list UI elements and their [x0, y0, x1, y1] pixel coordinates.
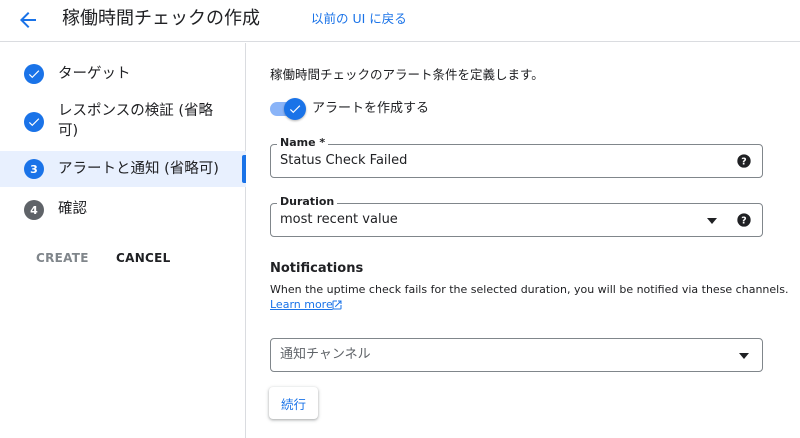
name-value[interactable]: Status Check Failed — [280, 153, 407, 169]
step-number-badge: 4 — [24, 200, 44, 220]
continue-button[interactable]: 続行 — [269, 387, 318, 419]
step-alerts-notifications[interactable]: 3 アラートと通知 (省略可) — [0, 151, 246, 187]
main-content: 稼働時間チェックのアラート条件を定義します。 アラートを作成する Name * … — [247, 43, 800, 438]
top-header: 稼働時間チェックの作成 以前の UI に戻る — [0, 0, 800, 42]
step-target[interactable]: ターゲット — [0, 59, 246, 89]
check-icon — [24, 64, 44, 84]
duration-select[interactable]: Duration most recent value ? — [270, 195, 763, 237]
learn-more-link[interactable]: Learn more — [270, 298, 333, 312]
step-response-validation[interactable]: レスポンスの検証 (省略可) — [0, 97, 246, 143]
dropdown-arrow-icon[interactable] — [706, 215, 718, 227]
step-label: レスポンスの検証 (省略可) — [58, 103, 213, 139]
field-label: Duration — [277, 195, 338, 209]
legacy-ui-link[interactable]: 以前の UI に戻る — [311, 11, 407, 27]
intro-text: 稼働時間チェックのアラート条件を定義します。 — [270, 67, 544, 82]
step-label: ターゲット — [58, 66, 131, 82]
check-icon — [24, 112, 44, 132]
help-icon[interactable]: ? — [736, 212, 752, 228]
help-icon[interactable]: ? — [736, 153, 752, 169]
create-button[interactable]: CREATE — [36, 251, 89, 265]
create-alert-toggle[interactable] — [270, 98, 306, 120]
step-label: 確認 — [58, 201, 87, 217]
name-field[interactable]: Name * Status Check Failed ? — [270, 136, 763, 178]
toggle-label: アラートを作成する — [312, 101, 430, 116]
svg-text:?: ? — [741, 156, 746, 167]
step-review[interactable]: 4 確認 — [0, 195, 246, 225]
duration-value[interactable]: most recent value — [280, 212, 398, 228]
field-label: Name * — [277, 136, 329, 150]
notifications-title: Notifications — [270, 261, 364, 276]
step-number-badge: 3 — [24, 159, 44, 179]
notification-channel-select[interactable]: 通知チャンネル — [270, 338, 763, 372]
channel-placeholder: 通知チャンネル — [280, 347, 371, 362]
check-icon — [284, 98, 306, 120]
notifications-description: When the uptime check fails for the sele… — [270, 283, 789, 296]
stepper: ターゲット レスポンスの検証 (省略可) 3 アラートと通知 (省略可) 4 確… — [0, 43, 246, 438]
page-title: 稼働時間チェックの作成 — [62, 8, 260, 29]
external-link-icon — [332, 300, 342, 310]
dropdown-arrow-icon[interactable] — [738, 350, 750, 362]
cancel-button[interactable]: CANCEL — [116, 251, 171, 265]
step-label: アラートと通知 (省略可) — [58, 161, 219, 177]
active-step-indicator — [242, 155, 246, 183]
back-arrow-icon[interactable] — [16, 8, 40, 32]
svg-text:?: ? — [741, 215, 746, 226]
